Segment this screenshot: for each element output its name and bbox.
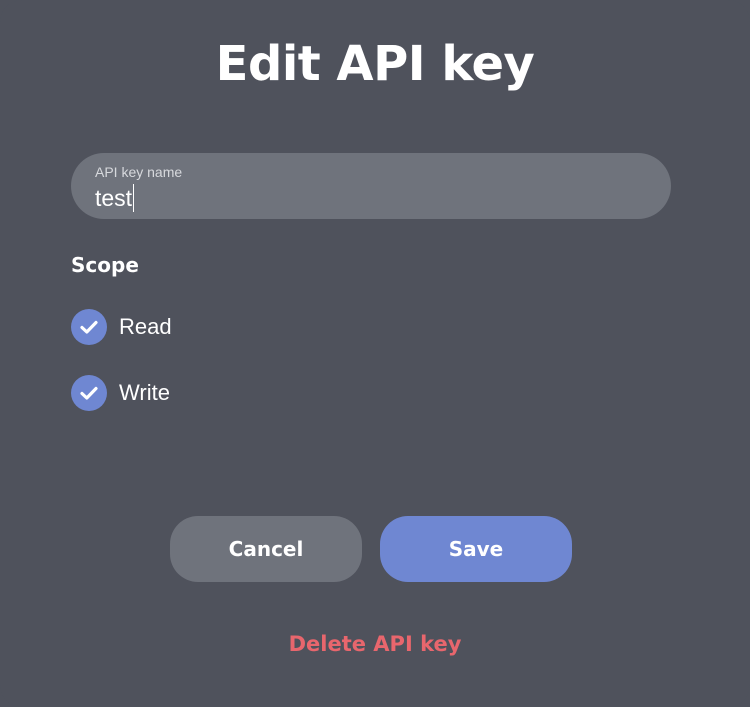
- scope-option-label: Read: [119, 314, 172, 339]
- scope-option-write[interactable]: Write: [71, 375, 170, 411]
- scope-heading: Scope: [71, 253, 139, 277]
- api-key-name-input[interactable]: test: [95, 183, 135, 213]
- dialog-title: Edit API key: [215, 36, 535, 92]
- save-button[interactable]: Save: [380, 516, 572, 582]
- edit-api-key-dialog: Edit API key API key name test Scope Rea…: [0, 0, 750, 707]
- checkmark-icon: [80, 320, 98, 334]
- api-key-name-field[interactable]: API key name test: [71, 153, 671, 219]
- delete-api-key-link[interactable]: Delete API key: [0, 632, 750, 656]
- scope-option-read[interactable]: Read: [71, 309, 172, 345]
- checkmark-icon: [80, 386, 98, 400]
- api-key-name-value: test: [95, 185, 133, 211]
- write-checkbox[interactable]: [71, 375, 107, 411]
- cancel-button[interactable]: Cancel: [170, 516, 362, 582]
- scope-option-label: Write: [119, 380, 170, 405]
- read-checkbox[interactable]: [71, 309, 107, 345]
- api-key-name-label: API key name: [95, 164, 183, 180]
- text-caret: [133, 184, 135, 212]
